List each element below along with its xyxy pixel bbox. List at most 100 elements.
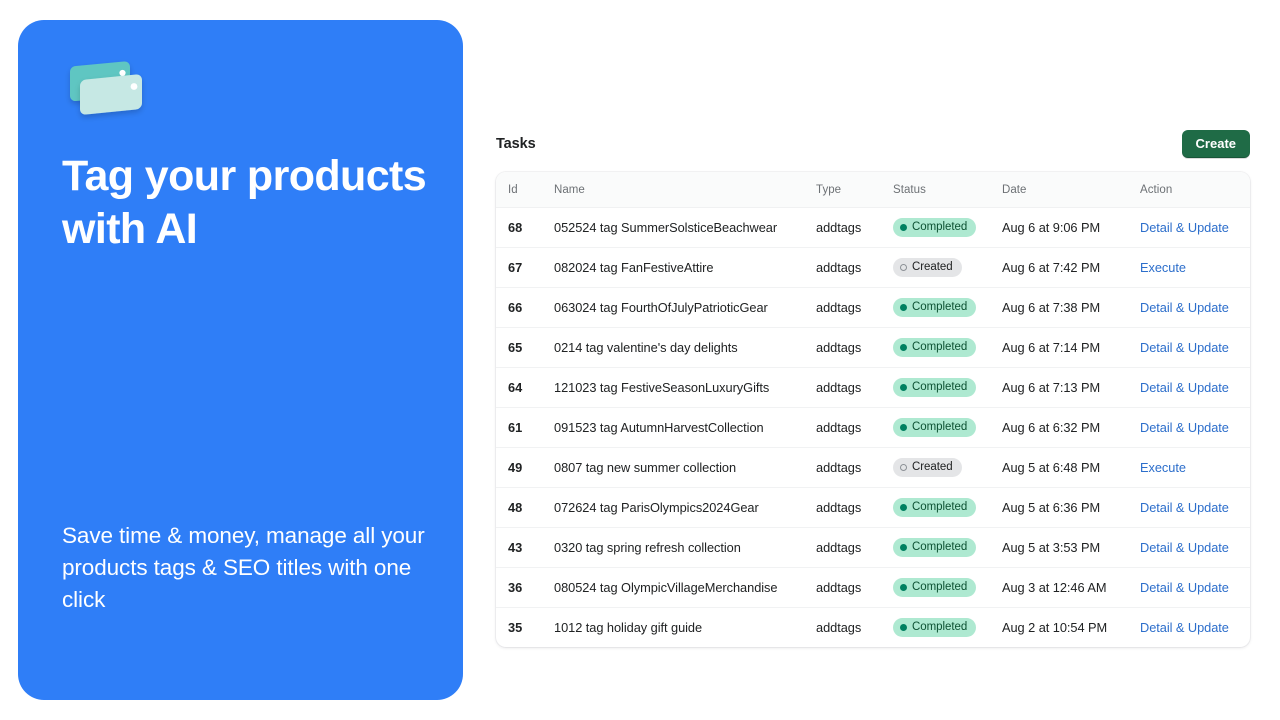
cell-status: Completed [893,368,1002,408]
table-row[interactable]: 430320 tag spring refresh collectionaddt… [496,528,1250,568]
status-dot-filled-icon [900,224,907,231]
status-badge: Completed [893,418,976,437]
status-label: Completed [912,420,967,435]
cell-type: addtags [816,328,893,368]
column-header-type[interactable]: Type [816,172,893,208]
table-row[interactable]: 68052524 tag SummerSolsticeBeachwearaddt… [496,208,1250,248]
detail-update-link[interactable]: Detail & Update [1140,500,1229,515]
status-label: Completed [912,340,967,355]
cell-type: addtags [816,568,893,608]
cell-status: Created [893,248,1002,288]
content-header: Tasks Create [496,130,1250,158]
promo-heading: Tag your products with AI [62,150,462,256]
cell-name: 052524 tag SummerSolsticeBeachwear [554,208,816,248]
cell-date: Aug 3 at 12:46 AM [1002,568,1140,608]
status-dot-filled-icon [900,344,907,351]
detail-update-link[interactable]: Detail & Update [1140,580,1229,595]
status-label: Completed [912,580,967,595]
status-badge: Completed [893,298,976,317]
cell-name: 063024 tag FourthOfJulyPatrioticGear [554,288,816,328]
cell-status: Created [893,448,1002,488]
status-dot-hollow-icon [900,264,907,271]
cell-status: Completed [893,208,1002,248]
detail-update-link[interactable]: Detail & Update [1140,380,1229,395]
detail-update-link[interactable]: Detail & Update [1140,540,1229,555]
detail-update-link[interactable]: Detail & Update [1140,220,1229,235]
column-header-action: Action [1140,172,1250,208]
table-row[interactable]: 48072624 tag ParisOlympics2024Gearaddtag… [496,488,1250,528]
cell-status: Completed [893,328,1002,368]
cell-date: Aug 6 at 9:06 PM [1002,208,1140,248]
status-label: Completed [912,220,967,235]
detail-update-link[interactable]: Detail & Update [1140,300,1229,315]
detail-update-link[interactable]: Detail & Update [1140,620,1229,635]
status-dot-hollow-icon [900,464,907,471]
cell-type: addtags [816,528,893,568]
table-row[interactable]: 36080524 tag OlympicVillageMerchandisead… [496,568,1250,608]
execute-link[interactable]: Execute [1140,260,1186,275]
cell-type: addtags [816,608,893,648]
status-badge: Completed [893,338,976,357]
cell-id: 61 [496,408,554,448]
cell-action: Detail & Update [1140,328,1250,368]
cell-type: addtags [816,288,893,328]
cell-name: 082024 tag FanFestiveAttire [554,248,816,288]
table-row[interactable]: 67082024 tag FanFestiveAttireaddtagsCrea… [496,248,1250,288]
main-content: Tasks Create Id Name Type Status Date Ac… [496,0,1280,720]
cell-name: 072624 tag ParisOlympics2024Gear [554,488,816,528]
table-row[interactable]: 490807 tag new summer collectionaddtagsC… [496,448,1250,488]
tasks-table-card: Id Name Type Status Date Action 68052524… [496,172,1250,647]
column-header-id[interactable]: Id [496,172,554,208]
column-header-date[interactable]: Date [1002,172,1140,208]
status-badge: Completed [893,618,976,637]
table-row[interactable]: 66063024 tag FourthOfJulyPatrioticGearad… [496,288,1250,328]
cell-status: Completed [893,488,1002,528]
detail-update-link[interactable]: Detail & Update [1140,420,1229,435]
double-tag-icon [64,58,156,124]
cell-type: addtags [816,368,893,408]
cell-date: Aug 6 at 6:32 PM [1002,408,1140,448]
tasks-table-body: 68052524 tag SummerSolsticeBeachwearaddt… [496,208,1250,648]
cell-id: 48 [496,488,554,528]
cell-date: Aug 6 at 7:38 PM [1002,288,1140,328]
status-dot-filled-icon [900,584,907,591]
cell-name: 1012 tag holiday gift guide [554,608,816,648]
column-header-status[interactable]: Status [893,172,1002,208]
cell-action: Detail & Update [1140,288,1250,328]
status-dot-filled-icon [900,304,907,311]
status-label: Created [912,460,953,475]
cell-type: addtags [816,208,893,248]
cell-name: 080524 tag OlympicVillageMerchandise [554,568,816,608]
cell-id: 36 [496,568,554,608]
execute-link[interactable]: Execute [1140,460,1186,475]
status-label: Completed [912,300,967,315]
column-header-name[interactable]: Name [554,172,816,208]
table-row[interactable]: 351012 tag holiday gift guideaddtagsComp… [496,608,1250,648]
cell-type: addtags [816,448,893,488]
cell-action: Execute [1140,248,1250,288]
cell-id: 65 [496,328,554,368]
table-row[interactable]: 64121023 tag FestiveSeasonLuxuryGiftsadd… [496,368,1250,408]
tasks-table: Id Name Type Status Date Action 68052524… [496,172,1250,647]
status-badge: Completed [893,218,976,237]
cell-date: Aug 5 at 3:53 PM [1002,528,1140,568]
cell-name: 0807 tag new summer collection [554,448,816,488]
cell-action: Detail & Update [1140,568,1250,608]
cell-status: Completed [893,528,1002,568]
cell-action: Detail & Update [1140,368,1250,408]
detail-update-link[interactable]: Detail & Update [1140,340,1229,355]
status-badge: Completed [893,498,976,517]
status-label: Created [912,260,953,275]
status-badge: Completed [893,578,976,597]
create-button[interactable]: Create [1182,130,1250,158]
status-dot-filled-icon [900,424,907,431]
status-badge: Created [893,258,962,277]
promo-subheading: Save time & money, manage all your produ… [62,520,442,616]
table-row[interactable]: 61091523 tag AutumnHarvestCollectionaddt… [496,408,1250,448]
status-dot-filled-icon [900,384,907,391]
cell-status: Completed [893,408,1002,448]
cell-action: Execute [1140,448,1250,488]
table-row[interactable]: 650214 tag valentine's day delightsaddta… [496,328,1250,368]
table-header-row: Id Name Type Status Date Action [496,172,1250,208]
cell-id: 35 [496,608,554,648]
